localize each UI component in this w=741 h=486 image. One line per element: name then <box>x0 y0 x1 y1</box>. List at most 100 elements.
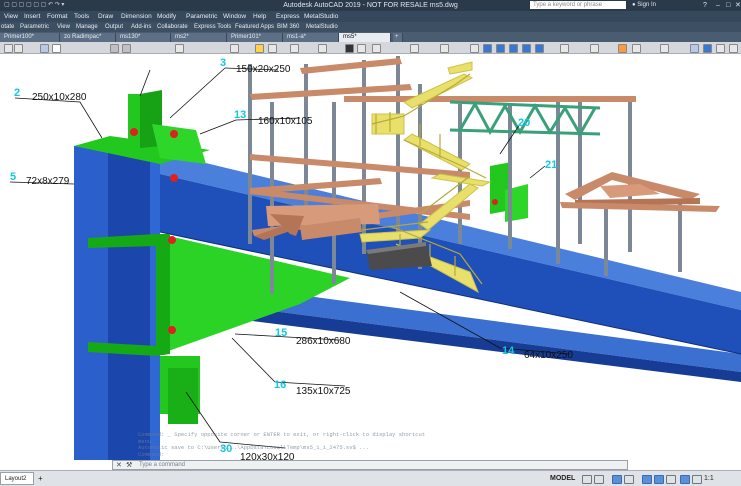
label-dim-13: 160x10x105 <box>258 116 313 127</box>
model-space-toggle[interactable]: MODEL <box>550 473 575 485</box>
osnap-toggle[interactable] <box>642 475 652 484</box>
grid-toggle[interactable] <box>582 475 592 484</box>
label-num-14: 14 <box>502 345 515 357</box>
tab-annotate[interactable]: otate <box>1 22 14 32</box>
label-dim-15: 286x10x680 <box>296 336 351 347</box>
ortho-toggle[interactable] <box>612 475 622 484</box>
tab-view[interactable]: View <box>57 22 70 32</box>
tab-bim-360[interactable]: BIM 360 <box>277 22 299 32</box>
tab-collaborate[interactable]: Collaborate <box>157 22 188 32</box>
menu-insert[interactable]: Insert <box>24 11 40 22</box>
lineweight-toggle[interactable] <box>666 475 676 484</box>
toolbar-button[interactable] <box>52 44 61 53</box>
tab-output[interactable]: Output <box>105 22 123 32</box>
search-input[interactable]: Type a keyword or phrase <box>530 1 626 9</box>
sign-in-button[interactable]: ● Sign In <box>632 0 656 11</box>
window-title: Autodesk AutoCAD 2019 - NOT FOR RESALE m… <box>283 2 458 9</box>
tab-parametric[interactable]: Parametric <box>20 22 49 32</box>
menu-metalstudio[interactable]: MetalStudio <box>304 11 338 22</box>
menu-window[interactable]: Window <box>223 11 246 22</box>
toolbar-button[interactable] <box>716 44 725 53</box>
tab-manage[interactable]: Manage <box>76 22 98 32</box>
doc-tab-primer101[interactable]: Primer101* <box>227 33 283 42</box>
toolbar-button[interactable] <box>372 44 381 53</box>
toolbar-button[interactable] <box>483 44 492 53</box>
toolbar-button[interactable] <box>318 44 327 53</box>
doc-tab-zo-radimpac[interactable]: zo Radimpac* <box>60 33 116 42</box>
close-button[interactable]: ✕ <box>735 0 741 11</box>
toolbar-button[interactable] <box>703 44 712 53</box>
polar-toggle[interactable] <box>624 475 634 484</box>
menu-format[interactable]: Format <box>47 11 68 22</box>
tab-featured-apps[interactable]: Featured Apps <box>235 22 274 32</box>
status-bar: Layout2 + MODEL 1:1 <box>0 470 741 486</box>
toolbar-button[interactable] <box>470 44 479 53</box>
maximize-button[interactable]: □ <box>726 0 730 11</box>
doc-tab-primer100[interactable]: Primer100* <box>0 33 60 42</box>
tab-express-tools[interactable]: Express Tools <box>194 22 231 32</box>
menu-help[interactable]: Help <box>253 11 266 22</box>
new-tab-button[interactable]: + <box>393 33 403 42</box>
menu-dimension[interactable]: Dimension <box>121 11 152 22</box>
command-history: Command: _ Specify opposite corner or EN… <box>138 431 438 460</box>
toolbar-button[interactable] <box>522 44 531 53</box>
layout-tab-layout2[interactable]: Layout2 <box>0 472 34 485</box>
toolbar-button[interactable] <box>4 44 13 53</box>
toolbar-button[interactable] <box>410 44 419 53</box>
menu-view[interactable]: View <box>4 11 18 22</box>
tab-add-ins[interactable]: Add-ins <box>131 22 151 32</box>
toolbar-button[interactable] <box>729 44 738 53</box>
toolbar-button[interactable] <box>632 44 641 53</box>
minimize-button[interactable]: – <box>716 0 720 11</box>
menu-draw[interactable]: Draw <box>98 11 113 22</box>
doc-tab-ms2[interactable]: ms2* <box>171 33 227 42</box>
snap-toggle[interactable] <box>594 475 604 484</box>
toolbar-button[interactable] <box>690 44 699 53</box>
toolbar-button[interactable] <box>14 44 23 53</box>
otrack-toggle[interactable] <box>654 475 664 484</box>
command-close-icon[interactable]: ✕ <box>116 461 122 470</box>
workspace-toggle[interactable] <box>692 475 702 484</box>
doc-tab-ms5[interactable]: ms5* <box>339 33 391 42</box>
command-line[interactable]: ✕ ⚒ Type a command <box>112 460 628 470</box>
toolbar-button[interactable] <box>535 44 544 53</box>
menu-express[interactable]: Express <box>276 11 299 22</box>
toolbar-button[interactable] <box>618 44 627 53</box>
menu-bar: View Insert Format Tools Draw Dimension … <box>0 11 741 22</box>
toolbar-button[interactable] <box>345 44 354 53</box>
doc-tab-ms1-a[interactable]: ms1-a* <box>283 33 339 42</box>
tab-metalstudio[interactable]: MetalStudio <box>306 22 338 32</box>
toolbar-button[interactable] <box>255 44 264 53</box>
toolbar-button[interactable] <box>290 44 299 53</box>
toolbar-button[interactable] <box>509 44 518 53</box>
toolbar-button[interactable] <box>40 44 49 53</box>
menu-parametric[interactable]: Parametric <box>186 11 217 22</box>
menu-modify[interactable]: Modify <box>157 11 176 22</box>
add-layout-button[interactable]: + <box>38 473 43 485</box>
toolbar-button[interactable] <box>560 44 569 53</box>
toolbar-button[interactable] <box>175 44 184 53</box>
annotation-toggle[interactable] <box>680 475 690 484</box>
doc-tab-ms130[interactable]: ms130* <box>116 33 171 42</box>
label-num-2: 2 <box>14 87 20 99</box>
command-input[interactable]: Type a command <box>139 461 185 470</box>
toolbar-button[interactable] <box>357 44 366 53</box>
label-dim-5: 72x8x279 <box>26 176 70 187</box>
command-wrench-icon[interactable]: ⚒ <box>126 461 132 470</box>
toolbar-button[interactable] <box>110 44 119 53</box>
toolbar-button[interactable] <box>122 44 131 53</box>
main-column[interactable] <box>74 144 160 460</box>
model-viewport[interactable]: 2 250x10x280 3 150x20x250 5 72x8x279 13 … <box>0 54 741 460</box>
document-tabs: Primer100* zo Radimpac* ms130* ms2* Prim… <box>0 32 741 42</box>
label-num-20: 20 <box>518 117 530 129</box>
menu-tools[interactable]: Tools <box>74 11 89 22</box>
toolbar-button[interactable] <box>496 44 505 53</box>
toolbar-button[interactable] <box>268 44 277 53</box>
toolbar-button[interactable] <box>440 44 449 53</box>
toolbar-button[interactable] <box>660 44 669 53</box>
toolbar-button[interactable] <box>590 44 599 53</box>
annotation-scale[interactable]: 1:1 <box>704 473 714 485</box>
help-icon[interactable]: ? <box>703 0 707 11</box>
label-num-13: 13 <box>234 109 246 121</box>
toolbar-button[interactable] <box>230 44 239 53</box>
